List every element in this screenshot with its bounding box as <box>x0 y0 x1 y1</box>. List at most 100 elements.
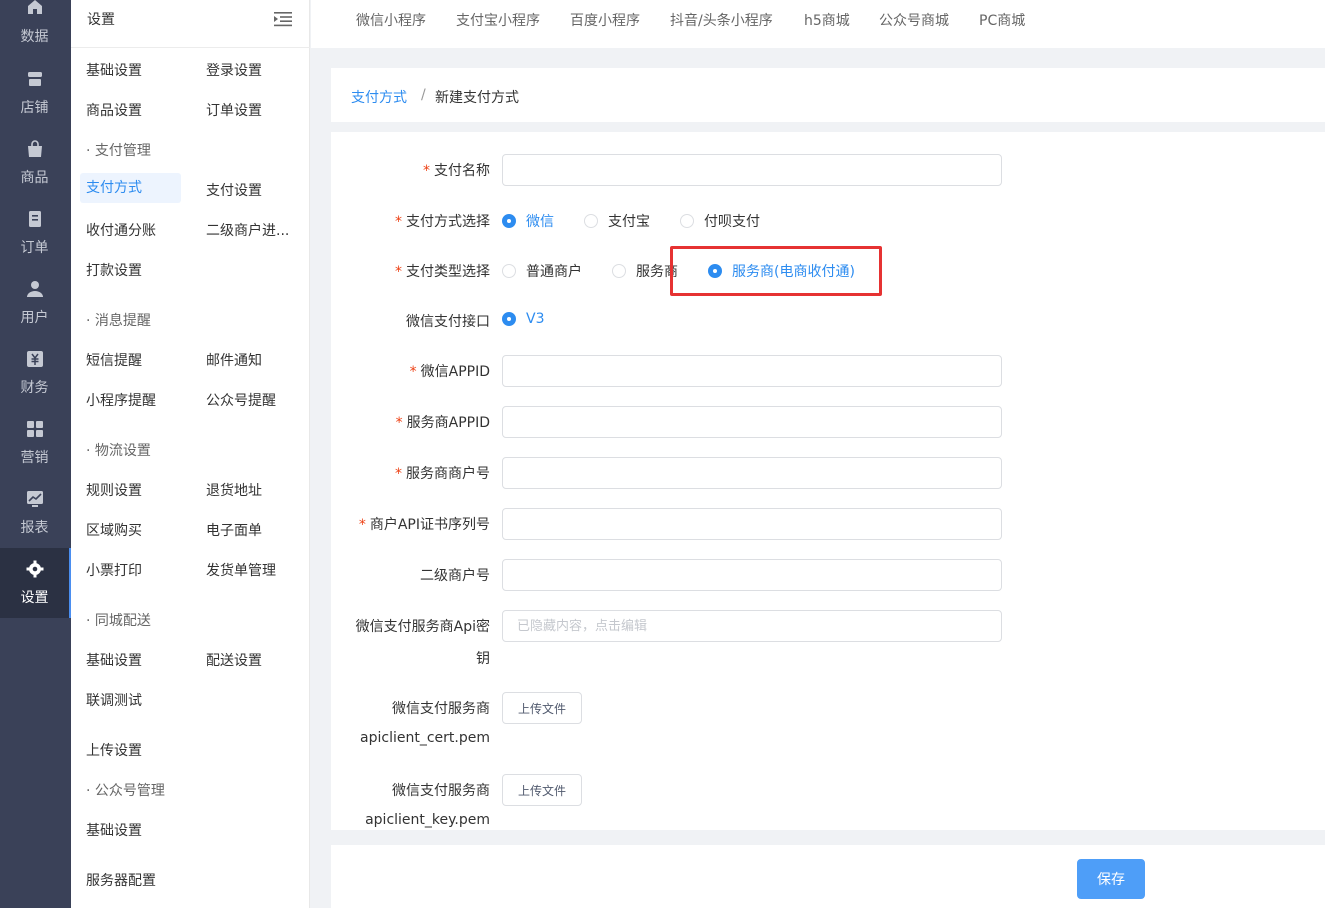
nav-item-report[interactable]: 报表 <box>0 482 71 552</box>
submenu-item-ship-mgr[interactable]: 发货单管理 <box>206 560 276 580</box>
main-nav: 数据 店铺 商品 订单 用户 财务 营销 报表 设置 <box>0 0 71 908</box>
sp-appid-label: * 服务商APPID <box>395 415 490 431</box>
submenu-item-login[interactable]: 登录设置 <box>206 60 262 80</box>
submenu-group-msg: · 消息提醒 <box>86 313 151 329</box>
payment-form: * 支付名称 * 支付方式选择 微信 支付宝 付呗支付 * 支付类型选择 普通商户 服… <box>331 132 1325 830</box>
form-footer: 保存 <box>331 845 1325 908</box>
wx-api-label: 微信支付接口 <box>406 314 490 330</box>
tab-baidu-mini[interactable]: 百度小程序 <box>570 10 640 30</box>
tab-alipay-mini[interactable]: 支付宝小程序 <box>456 10 540 30</box>
nav-label: 商品 <box>20 170 49 186</box>
nav-label: 店铺 <box>20 100 49 116</box>
gear-icon <box>26 560 44 578</box>
radio-method-wechat[interactable]: 微信 <box>502 211 554 231</box>
submenu-item-joint-test[interactable]: 联调测试 <box>86 690 142 710</box>
submenu-item-order[interactable]: 订单设置 <box>206 100 262 120</box>
order-icon <box>26 210 44 228</box>
wx-appid-label: * 微信APPID <box>409 364 490 380</box>
submenu-item-transfer[interactable]: 打款设置 <box>86 260 142 280</box>
nav-item-data[interactable]: 数据 <box>0 0 71 62</box>
nav-label: 财务 <box>20 380 49 396</box>
cert-file-label-line1: 微信支付服务商 <box>392 701 490 717</box>
submenu-item-delivery[interactable]: 配送设置 <box>206 650 262 670</box>
tab-pc-mall[interactable]: PC商城 <box>979 10 1025 30</box>
radio-type-ecommerce[interactable]: 服务商(电商收付通) <box>708 261 855 281</box>
sp-mchid-input[interactable] <box>502 457 1002 489</box>
user-icon <box>26 280 44 298</box>
sp-mchid-label: * 服务商商户号 <box>395 466 490 482</box>
upload-cert-button[interactable]: 上传文件 <box>502 692 582 724</box>
submenu-group-logistics: · 物流设置 <box>86 443 151 459</box>
nav-label: 订单 <box>20 240 49 256</box>
submenu-item-e-waybill[interactable]: 电子面单 <box>206 520 262 540</box>
submenu-group-pay: · 支付管理 <box>86 143 151 159</box>
nav-label: 营销 <box>20 450 49 466</box>
wx-appid-input[interactable] <box>502 355 1002 387</box>
submenu-item-mail[interactable]: 邮件通知 <box>206 350 262 370</box>
submenu-header: 设置 <box>71 0 310 48</box>
submenu-item-return-addr[interactable]: 退货地址 <box>206 480 262 500</box>
breadcrumb-current: 新建支付方式 <box>435 90 519 106</box>
sp-appid-input[interactable] <box>502 406 1002 438</box>
submenu-item-sub-merchant[interactable]: 二级商户进... <box>206 220 289 240</box>
submenu-group-mp: · 公众号管理 <box>86 783 165 799</box>
submenu-item-mini-notify[interactable]: 小程序提醒 <box>86 390 156 410</box>
settings-submenu: 设置 基础设置 登录设置 商品设置 订单设置 · 支付管理 支付方式 支付设置 … <box>71 0 310 908</box>
tab-h5-mall[interactable]: h5商城 <box>804 10 850 30</box>
submenu-title: 设置 <box>87 12 115 28</box>
submenu-item-server[interactable]: 服务器配置 <box>86 870 156 890</box>
submenu-item-city-basic[interactable]: 基础设置 <box>86 650 142 670</box>
cert-serial-input[interactable] <box>502 508 1002 540</box>
nav-item-finance[interactable]: 财务 <box>0 342 71 412</box>
submenu-item-rules[interactable]: 规则设置 <box>86 480 142 500</box>
submenu-item-upload[interactable]: 上传设置 <box>86 740 142 760</box>
apikey-input[interactable] <box>502 610 1002 642</box>
submenu-item-mp-notify[interactable]: 公众号提醒 <box>206 390 276 410</box>
marketing-icon <box>26 420 44 438</box>
collapse-menu-icon[interactable] <box>274 11 292 27</box>
radio-api-v3[interactable]: V3 <box>502 311 544 327</box>
sub-mchid-input[interactable] <box>502 559 1002 591</box>
submenu-item-basic[interactable]: 基础设置 <box>86 60 142 80</box>
nav-label: 设置 <box>20 590 49 606</box>
submenu-item-region[interactable]: 区域购买 <box>86 520 142 540</box>
submenu-item-mp-basic[interactable]: 基础设置 <box>86 820 142 840</box>
sub-mchid-label: 二级商户号 <box>420 568 490 584</box>
submenu-item-goods[interactable]: 商品设置 <box>86 100 142 120</box>
radio-type-normal[interactable]: 普通商户 <box>502 261 582 281</box>
nav-item-order[interactable]: 订单 <box>0 202 71 272</box>
nav-item-marketing[interactable]: 营销 <box>0 412 71 482</box>
nav-item-goods[interactable]: 商品 <box>0 132 71 202</box>
nav-item-settings[interactable]: 设置 <box>0 548 71 618</box>
pay-type-label: * 支付类型选择 <box>395 264 490 280</box>
pay-name-label: * 支付名称 <box>423 163 490 179</box>
nav-item-store[interactable]: 店铺 <box>0 62 71 132</box>
radio-method-alipay[interactable]: 支付宝 <box>584 211 650 231</box>
submenu-item-pay-method[interactable]: 支付方式 <box>80 173 181 203</box>
tab-douyin-mini[interactable]: 抖音/头条小程序 <box>670 10 773 30</box>
home-icon <box>26 0 44 16</box>
radio-method-fubei[interactable]: 付呗支付 <box>680 211 760 231</box>
submenu-item-receipt[interactable]: 小票打印 <box>86 560 142 580</box>
pay-name-input[interactable] <box>502 154 1002 186</box>
save-button[interactable]: 保存 <box>1077 859 1145 899</box>
upload-key-button[interactable]: 上传文件 <box>502 774 582 806</box>
tab-mp-mall[interactable]: 公众号商城 <box>879 10 949 30</box>
cert-file-label-line2: apiclient_cert.pem <box>360 730 490 746</box>
nav-item-user[interactable]: 用户 <box>0 272 71 342</box>
tab-wechat-mini[interactable]: 微信小程序 <box>356 10 426 30</box>
submenu-item-pay-settings[interactable]: 支付设置 <box>206 180 262 200</box>
key-file-label-line2: apiclient_key.pem <box>365 812 490 828</box>
store-icon <box>26 70 44 88</box>
cert-serial-label: * 商户API证书序列号 <box>358 517 490 533</box>
apikey-label-line2: 钥 <box>476 651 490 667</box>
submenu-item-sms[interactable]: 短信提醒 <box>86 350 142 370</box>
apikey-label-line1: 微信支付服务商Api密 <box>355 619 490 635</box>
nav-label: 数据 <box>20 29 49 45</box>
platform-tabs: 微信小程序 支付宝小程序 百度小程序 抖音/头条小程序 h5商城 公众号商城 P… <box>311 0 1325 48</box>
radio-type-provider[interactable]: 服务商 <box>612 261 678 281</box>
submenu-item-split[interactable]: 收付通分账 <box>86 220 156 240</box>
breadcrumb-parent-link[interactable]: 支付方式 <box>351 87 407 107</box>
key-file-label-line1: 微信支付服务商 <box>392 783 490 799</box>
pay-method-label: * 支付方式选择 <box>395 214 490 230</box>
